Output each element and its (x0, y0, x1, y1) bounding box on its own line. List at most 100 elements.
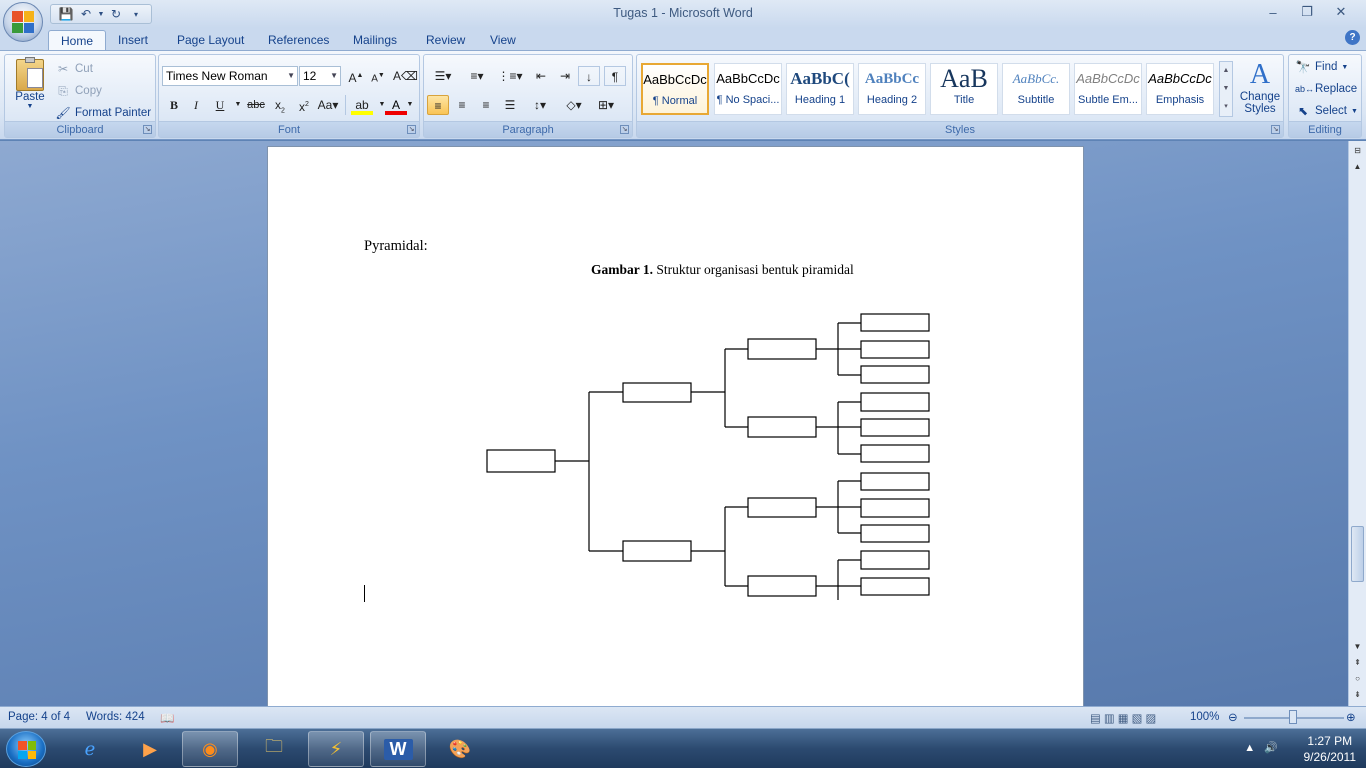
close-button[interactable]: ✕ (1324, 2, 1358, 22)
style-heading-2[interactable]: AaBbCc Heading 2 (858, 63, 926, 115)
org-box-level-4[interactable] (860, 524, 930, 543)
media-player-icon[interactable]: ▶ (122, 731, 178, 767)
show-hide-button[interactable]: ¶ (604, 66, 626, 86)
org-box-level-4[interactable] (860, 444, 930, 463)
align-left-button[interactable]: ≡ (427, 95, 449, 115)
clipboard-launcher-icon[interactable]: ↘ (143, 125, 152, 134)
org-box-level-3[interactable] (747, 497, 817, 518)
italic-button[interactable]: I (185, 95, 207, 115)
restore-button[interactable]: ❐ (1290, 2, 1324, 22)
format-painter-button[interactable]: 🖌 Format Painter (55, 105, 151, 121)
org-box-level-4[interactable] (860, 340, 930, 359)
scroll-up-icon[interactable]: ▲ (1349, 159, 1366, 175)
org-box-level-2[interactable] (622, 382, 692, 403)
style-normal[interactable]: AaBbCcDc ¶ Normal (641, 63, 709, 115)
strikethrough-button[interactable]: abc (245, 95, 267, 115)
find-button[interactable]: 🔭 Find ▼ (1295, 59, 1349, 75)
document-page[interactable]: Pyramidal: Gambar 1. Struktur organisasi… (267, 146, 1084, 706)
font-family-select[interactable]: Times New Roman ▼ (162, 66, 298, 86)
org-box-level-4[interactable] (860, 498, 930, 518)
zoom-level[interactable]: 100% (1190, 711, 1219, 723)
tab-home[interactable]: Home (48, 30, 107, 51)
decrease-indent-button[interactable]: ⇤ (530, 66, 552, 86)
firefox-icon[interactable]: ◉ (182, 731, 238, 767)
font-size-select[interactable]: 12 ▼ (299, 66, 341, 86)
style-heading-1[interactable]: AaBbC( Heading 1 (786, 63, 854, 115)
change-styles-button[interactable]: A Change Styles (1237, 59, 1283, 115)
tab-mailings[interactable]: Mailings (341, 30, 409, 50)
org-box-level-4[interactable] (860, 418, 930, 437)
org-box-level-1[interactable] (486, 449, 556, 473)
org-box-level-4[interactable] (860, 577, 930, 596)
bullets-button[interactable]: ☰▾ (427, 66, 459, 86)
grow-font-button[interactable]: A▲ (345, 66, 367, 86)
style-subtitle[interactable]: AaBbCc. Subtitle (1002, 63, 1070, 115)
numbering-button[interactable]: ≡▾ (461, 66, 493, 86)
styles-gallery-scroll[interactable]: ▲ ▼ ▾ (1219, 61, 1233, 117)
font-color-dropdown-icon[interactable]: ▼ (403, 95, 417, 115)
replace-button[interactable]: ab↔ Replace (1295, 81, 1357, 97)
zoom-slider-handle[interactable] (1289, 710, 1297, 724)
justify-button[interactable]: ☰ (499, 95, 521, 115)
org-box-level-3[interactable] (747, 575, 817, 597)
style-subtle-emphasis[interactable]: AaBbCcDc Subtle Em... (1074, 63, 1142, 115)
paint-icon[interactable]: 🎨 (432, 731, 488, 767)
help-icon[interactable]: ? (1345, 30, 1360, 45)
sort-button[interactable]: ↓ (578, 66, 600, 86)
vertical-scrollbar[interactable]: ⊟ ▲ ▼ ⇞ ○ ⇟ (1348, 141, 1366, 706)
align-right-button[interactable]: ≡ (475, 95, 497, 115)
org-box-level-3[interactable] (747, 416, 817, 438)
document-workspace[interactable]: Pyramidal: Gambar 1. Struktur organisasi… (0, 141, 1348, 706)
copy-button[interactable]: ⎘ Copy (55, 83, 102, 99)
file-explorer-icon[interactable]: 🗀 (246, 731, 302, 767)
ruler-toggle-icon[interactable]: ⊟ (1349, 143, 1366, 159)
select-button[interactable]: ⬉ Select ▼ (1295, 103, 1358, 119)
change-case-button[interactable]: Aa▾ (317, 95, 339, 115)
superscript-button[interactable]: x2 (293, 95, 315, 115)
multilevel-list-button[interactable]: ⋮≡▾ (495, 66, 525, 86)
scroll-down-icon[interactable]: ▼ (1349, 639, 1366, 655)
zoom-in-icon[interactable]: ⊕ (1346, 710, 1356, 724)
shading-button[interactable]: ◇▾ (560, 95, 588, 115)
org-box-level-4[interactable] (860, 313, 930, 332)
winamp-icon[interactable]: ⚡ (308, 731, 364, 767)
zoom-out-icon[interactable]: ⊖ (1228, 710, 1238, 724)
scrollbar-thumb[interactable] (1351, 526, 1364, 582)
browse-object-icon[interactable]: ○ (1349, 671, 1366, 687)
word-icon[interactable]: W (370, 731, 426, 767)
org-box-level-4[interactable] (860, 392, 930, 412)
line-spacing-button[interactable]: ↕▾ (526, 95, 554, 115)
org-box-level-3[interactable] (747, 338, 817, 360)
tray-icons[interactable]: ▲ 🔊 (1244, 741, 1278, 754)
org-box-level-4[interactable] (860, 550, 930, 570)
increase-indent-button[interactable]: ⇥ (554, 66, 576, 86)
view-buttons[interactable]: ▤▥▦▧▨ (1090, 711, 1159, 725)
org-box-level-4[interactable] (860, 472, 930, 491)
styles-launcher-icon[interactable]: ↘ (1271, 125, 1280, 134)
page-count[interactable]: Page: 4 of 4 (8, 711, 70, 723)
organization-chart[interactable] (268, 147, 1085, 706)
start-button[interactable] (6, 731, 46, 767)
font-launcher-icon[interactable]: ↘ (407, 125, 416, 134)
org-box-level-4[interactable] (860, 365, 930, 384)
clock[interactable]: 1:27 PM 9/26/2011 (1304, 733, 1357, 765)
org-box-level-2[interactable] (622, 540, 692, 562)
proofing-icon[interactable]: 📖 (160, 711, 174, 725)
cut-button[interactable]: ✂ Cut (55, 61, 93, 77)
paragraph-launcher-icon[interactable]: ↘ (620, 125, 629, 134)
minimize-button[interactable]: – (1256, 2, 1290, 22)
office-button[interactable] (3, 2, 43, 42)
align-center-button[interactable]: ≡ (451, 95, 473, 115)
internet-explorer-icon[interactable]: ℯ (62, 731, 118, 767)
tab-page-layout[interactable]: Page Layout (165, 30, 256, 50)
shrink-font-button[interactable]: A▼ (367, 66, 389, 86)
tab-references[interactable]: References (256, 30, 341, 50)
style-title[interactable]: AaB Title (930, 63, 998, 115)
style-emphasis[interactable]: AaBbCcDc Emphasis (1146, 63, 1214, 115)
previous-page-icon[interactable]: ⇞ (1349, 655, 1366, 671)
borders-button[interactable]: ⊞▾ (592, 95, 620, 115)
paste-button[interactable]: Paste ▼ (11, 57, 49, 110)
tab-review[interactable]: Review (414, 30, 477, 50)
subscript-button[interactable]: x2 (269, 95, 291, 115)
highlight-color-button[interactable]: ab (351, 95, 373, 115)
